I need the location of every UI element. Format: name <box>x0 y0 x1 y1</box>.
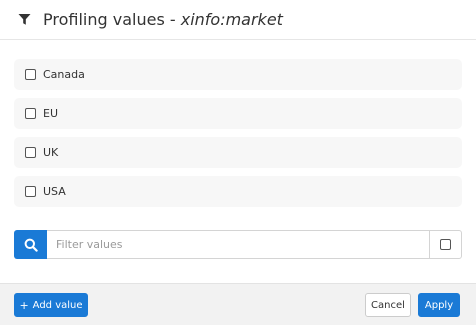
add-value-label: Add value <box>32 299 83 311</box>
value-checkbox[interactable] <box>25 108 36 119</box>
value-checkbox[interactable] <box>25 147 36 158</box>
cancel-button[interactable]: Cancel <box>365 293 411 317</box>
search-button[interactable] <box>14 230 47 259</box>
value-label: UK <box>43 146 59 159</box>
apply-button[interactable]: Apply <box>418 293 460 317</box>
select-all-toggle[interactable] <box>429 230 462 259</box>
add-value-button[interactable]: + Add value <box>14 293 88 317</box>
value-checkbox[interactable] <box>25 186 36 197</box>
title-subject: xinfo:market <box>180 10 283 29</box>
search-icon <box>24 238 38 252</box>
select-all-checkbox[interactable] <box>440 239 451 250</box>
value-label: Canada <box>43 68 85 81</box>
value-row-uk[interactable]: UK <box>14 137 462 168</box>
value-label: USA <box>43 185 66 198</box>
value-checkbox[interactable] <box>25 69 36 80</box>
dialog-header: Profiling values - xinfo:market <box>0 0 476 40</box>
filter-values-input[interactable] <box>47 230 429 259</box>
profiling-values-dialog: Profiling values - xinfo:market Canada E… <box>0 0 476 325</box>
dialog-title: Profiling values - xinfo:market <box>43 10 283 29</box>
cancel-label: Cancel <box>371 299 405 311</box>
value-row-canada[interactable]: Canada <box>14 59 462 90</box>
dialog-footer: + Add value Cancel Apply <box>0 283 476 325</box>
plus-icon: + <box>19 298 29 312</box>
values-list: Canada EU UK USA <box>14 59 462 215</box>
title-prefix: Profiling values - <box>43 10 181 29</box>
filter-icon <box>18 13 32 27</box>
apply-label: Apply <box>424 299 454 311</box>
value-label: EU <box>43 107 59 120</box>
value-row-eu[interactable]: EU <box>14 98 462 129</box>
filter-bar <box>14 230 462 259</box>
value-row-usa[interactable]: USA <box>14 176 462 207</box>
